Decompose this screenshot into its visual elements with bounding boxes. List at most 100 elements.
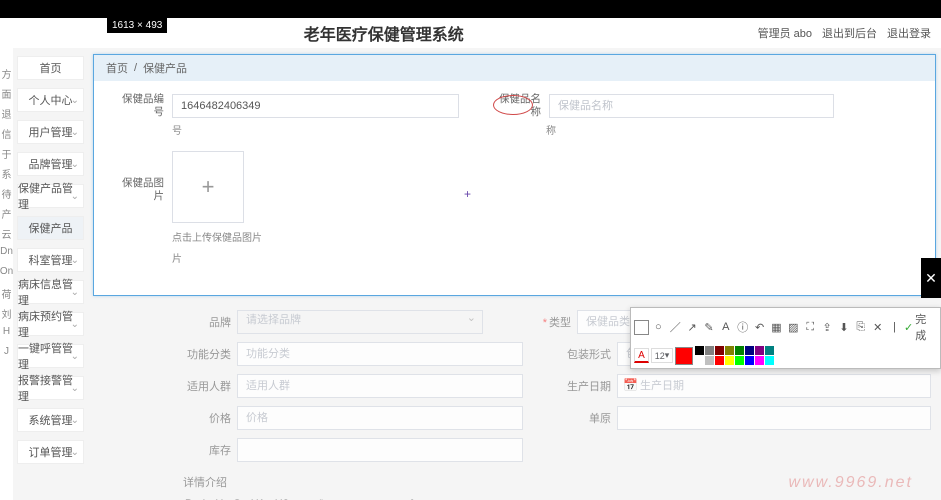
code-input[interactable] bbox=[172, 94, 459, 118]
editor-button[interactable]: H1 bbox=[249, 496, 267, 500]
screenshot-dimensions-badge: 1613 × 493 bbox=[107, 18, 167, 33]
editor-button[interactable]: S bbox=[231, 496, 242, 500]
breadcrumb-home[interactable]: 首页 bbox=[106, 60, 128, 76]
color-palette[interactable] bbox=[695, 346, 774, 365]
mosaic-icon[interactable]: ▦ bbox=[769, 320, 784, 335]
palette-cell[interactable] bbox=[755, 346, 764, 355]
palette-cell[interactable] bbox=[745, 346, 754, 355]
strip-char: 退 bbox=[2, 106, 12, 120]
palette-cell[interactable] bbox=[695, 356, 704, 365]
stock-label: 库存 bbox=[183, 438, 231, 462]
save-icon[interactable]: ⬇ bbox=[837, 320, 852, 335]
info-icon[interactable]: ⓘ bbox=[735, 320, 750, 335]
sidebar-item[interactable]: 品牌管理 bbox=[17, 152, 84, 176]
done-button[interactable]: ✓完成 bbox=[904, 311, 937, 343]
editor-button[interactable]: “ bbox=[317, 496, 325, 500]
editor-button[interactable]: x₂ bbox=[383, 496, 397, 500]
breadcrumb-sep: / bbox=[134, 62, 137, 74]
sidebar-item[interactable]: 病床预约管理 bbox=[17, 312, 84, 336]
palette-cell[interactable] bbox=[735, 346, 744, 355]
editor-button[interactable]: ≣ bbox=[364, 496, 377, 500]
palette-cell[interactable] bbox=[705, 346, 714, 355]
image-uploader[interactable]: + bbox=[172, 151, 244, 223]
code-label: 保健品编号 bbox=[122, 93, 164, 118]
palette-cell[interactable] bbox=[755, 356, 764, 365]
sidebar-item[interactable]: 报警接警管理 bbox=[17, 376, 84, 400]
date-input[interactable] bbox=[617, 374, 931, 398]
blur-icon[interactable]: ▨ bbox=[786, 320, 801, 335]
people-input[interactable] bbox=[237, 374, 523, 398]
editor-button[interactable]: 〒 bbox=[422, 494, 437, 500]
palette-cell[interactable] bbox=[725, 356, 734, 365]
app-header: 1613 × 493 老年医疗保健管理系统 管理员 abo 退出到后台 退出登录 bbox=[0, 18, 941, 48]
stock-input[interactable] bbox=[237, 438, 523, 462]
breadcrumb: 首页 / 保健产品 bbox=[94, 55, 935, 81]
name-input[interactable] bbox=[549, 94, 834, 118]
sidebar-item[interactable]: 保健产品 bbox=[17, 216, 84, 240]
sidebar-item[interactable]: 系统管理 bbox=[17, 408, 84, 432]
editor-button[interactable]: ⬚ bbox=[297, 496, 311, 500]
shape-arrow-icon[interactable]: ↗ bbox=[685, 320, 700, 335]
shape-rect-icon[interactable] bbox=[634, 320, 649, 335]
undo-icon[interactable]: ↶ bbox=[752, 320, 767, 335]
palette-cell[interactable] bbox=[745, 356, 754, 365]
strip-char: J bbox=[4, 346, 9, 360]
strip-char: 刘 bbox=[2, 306, 12, 320]
uploader-hint: 点击上传保健品图片 bbox=[172, 229, 262, 244]
sidebar-item[interactable]: 首页 bbox=[17, 56, 84, 80]
brand-select[interactable]: 请选择品牌 bbox=[237, 310, 483, 334]
sidebar-item[interactable]: 科室管理 bbox=[17, 248, 84, 272]
palette-cell[interactable] bbox=[725, 346, 734, 355]
palette-cell[interactable] bbox=[705, 356, 714, 365]
sidebar-nav: 首页个人中心用户管理品牌管理保健产品管理保健产品科室管理病床信息管理病床预约管理… bbox=[13, 48, 88, 500]
sidebar-item[interactable]: 病床信息管理 bbox=[17, 280, 84, 304]
editor-button[interactable]: ≡ bbox=[347, 496, 357, 500]
editor-button[interactable]: U bbox=[213, 496, 225, 500]
rich-editor-toolbar[interactable]: B I U S H1 H2 ⬚ “ ≡ ≡ ≣ x₂ x² 〒 ↶ bbox=[183, 494, 931, 500]
unit-label: 单原 bbox=[563, 406, 611, 430]
exit-login-link[interactable]: 退出登录 bbox=[887, 25, 931, 41]
strip-char: 荷 bbox=[2, 286, 12, 300]
sidebar-item[interactable]: 保健产品管理 bbox=[17, 184, 84, 208]
palette-cell[interactable] bbox=[715, 356, 724, 365]
unit-input[interactable] bbox=[617, 406, 931, 430]
text-icon[interactable]: A bbox=[718, 320, 733, 335]
current-color-swatch[interactable] bbox=[675, 347, 693, 365]
font-color-icon[interactable]: A bbox=[634, 348, 649, 363]
exit-backend-link[interactable]: 退出到后台 bbox=[822, 25, 877, 41]
sidebar-item[interactable]: 订单管理 bbox=[17, 440, 84, 464]
editor-button[interactable]: B bbox=[183, 496, 194, 500]
editor-button[interactable]: ↶ bbox=[443, 496, 456, 500]
copy-icon[interactable]: ⎘ bbox=[853, 320, 868, 335]
price-label: 价格 bbox=[183, 406, 231, 430]
palette-cell[interactable] bbox=[765, 346, 774, 355]
close-icon[interactable]: ✕ bbox=[870, 320, 885, 335]
strip-char: 云 bbox=[2, 226, 12, 240]
sidebar-item[interactable]: 个人中心 bbox=[17, 88, 84, 112]
share-icon[interactable]: ⇪ bbox=[820, 320, 835, 335]
people-label: 适用人群 bbox=[183, 374, 231, 398]
type-label: 类型 bbox=[523, 310, 571, 334]
shape-line-icon[interactable]: ／ bbox=[668, 320, 683, 335]
palette-cell[interactable] bbox=[715, 346, 724, 355]
screenshot-toolbar[interactable]: ○ ／ ↗ ✎ A ⓘ ↶ ▦ ▨ ⛶ ⇪ ⬇ ⎘ ✕ | ✓完成 A 12 ▾ bbox=[630, 307, 941, 369]
func-input[interactable] bbox=[237, 342, 523, 366]
size-picker[interactable]: 12 ▾ bbox=[651, 348, 673, 363]
brush-icon[interactable]: ✎ bbox=[702, 320, 717, 335]
editor-button[interactable]: I bbox=[200, 496, 207, 500]
sidebar-item[interactable]: 用户管理 bbox=[17, 120, 84, 144]
side-close-button[interactable]: ✕ bbox=[921, 258, 941, 298]
plus-icon: + bbox=[202, 174, 215, 200]
editor-button[interactable]: x² bbox=[403, 496, 416, 500]
price-input[interactable] bbox=[237, 406, 523, 430]
breadcrumb-current: 保健产品 bbox=[143, 60, 187, 76]
strip-char: 方 bbox=[2, 66, 12, 80]
palette-cell[interactable] bbox=[765, 356, 774, 365]
editor-button[interactable]: ≡ bbox=[331, 496, 341, 500]
palette-cell[interactable] bbox=[695, 346, 704, 355]
shape-circle-icon[interactable]: ○ bbox=[651, 320, 666, 335]
sidebar-item[interactable]: 一键呼管管理 bbox=[17, 344, 84, 368]
editor-button[interactable]: H2 bbox=[273, 496, 291, 500]
pin-icon[interactable]: ⛶ bbox=[803, 320, 818, 335]
palette-cell[interactable] bbox=[735, 356, 744, 365]
